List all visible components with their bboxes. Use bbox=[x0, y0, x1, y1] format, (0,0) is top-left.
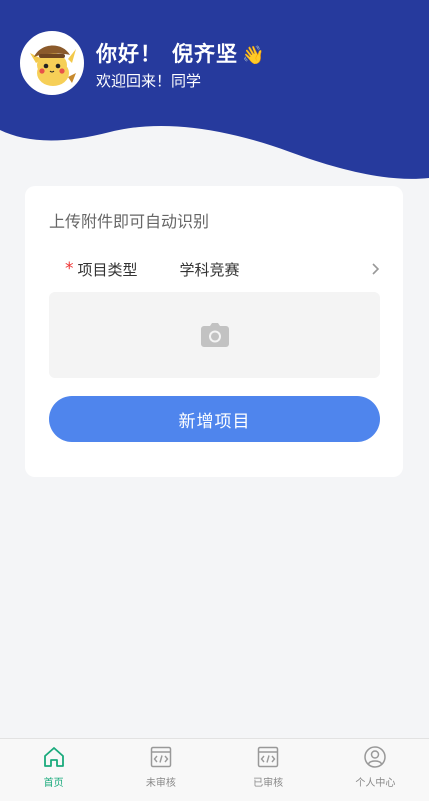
tab-reviewed[interactable]: 已审核 bbox=[215, 739, 322, 801]
user-icon bbox=[364, 746, 387, 768]
header-banner: 你好！ 倪齐坚 👋 欢迎回来！同学 bbox=[0, 0, 429, 190]
chevron-right-icon bbox=[372, 263, 380, 275]
upload-hint: 上传附件即可自动识别 bbox=[49, 212, 210, 231]
camera-icon bbox=[200, 323, 229, 347]
attachment-upload[interactable] bbox=[49, 292, 380, 378]
project-type-label: 项目类型 bbox=[77, 260, 138, 279]
required-mark: * bbox=[65, 259, 74, 279]
tab-profile-label: 个人中心 bbox=[355, 778, 396, 789]
tab-home-label: 首页 bbox=[43, 778, 64, 789]
welcome-text: 欢迎回来！同学 bbox=[96, 72, 202, 90]
bottom-tab-bar: 首页 未审核 已审核 个人中心 bbox=[0, 738, 429, 801]
project-type-row[interactable]: * 项目类型 学科竞赛 bbox=[49, 254, 385, 284]
pikachu-avatar-icon bbox=[22, 33, 82, 93]
tab-reviewed-label: 已审核 bbox=[253, 778, 284, 789]
header-wave-bg bbox=[0, 0, 429, 179]
project-card: 上传附件即可自动识别 * 项目类型 学科竞赛 新增项目 bbox=[25, 186, 403, 477]
avatar[interactable] bbox=[20, 31, 84, 95]
tab-unreviewed[interactable]: 未审核 bbox=[107, 739, 214, 801]
tab-home[interactable]: 首页 bbox=[0, 739, 107, 801]
tab-unreviewed-label: 未审核 bbox=[145, 778, 176, 789]
code-doc-icon bbox=[150, 746, 172, 768]
add-project-button[interactable]: 新增项目 bbox=[49, 396, 380, 442]
tab-profile[interactable]: 个人中心 bbox=[322, 739, 429, 801]
greeting-text: 你好！ bbox=[96, 42, 162, 66]
wave-icon: 👋 bbox=[242, 45, 266, 66]
user-name: 倪齐坚 bbox=[172, 42, 238, 66]
home-icon bbox=[43, 747, 64, 767]
greeting-line: 你好！ 倪齐坚 👋 bbox=[96, 38, 265, 68]
code-doc-icon bbox=[257, 746, 279, 768]
project-type-value: 学科竞赛 bbox=[179, 260, 240, 279]
